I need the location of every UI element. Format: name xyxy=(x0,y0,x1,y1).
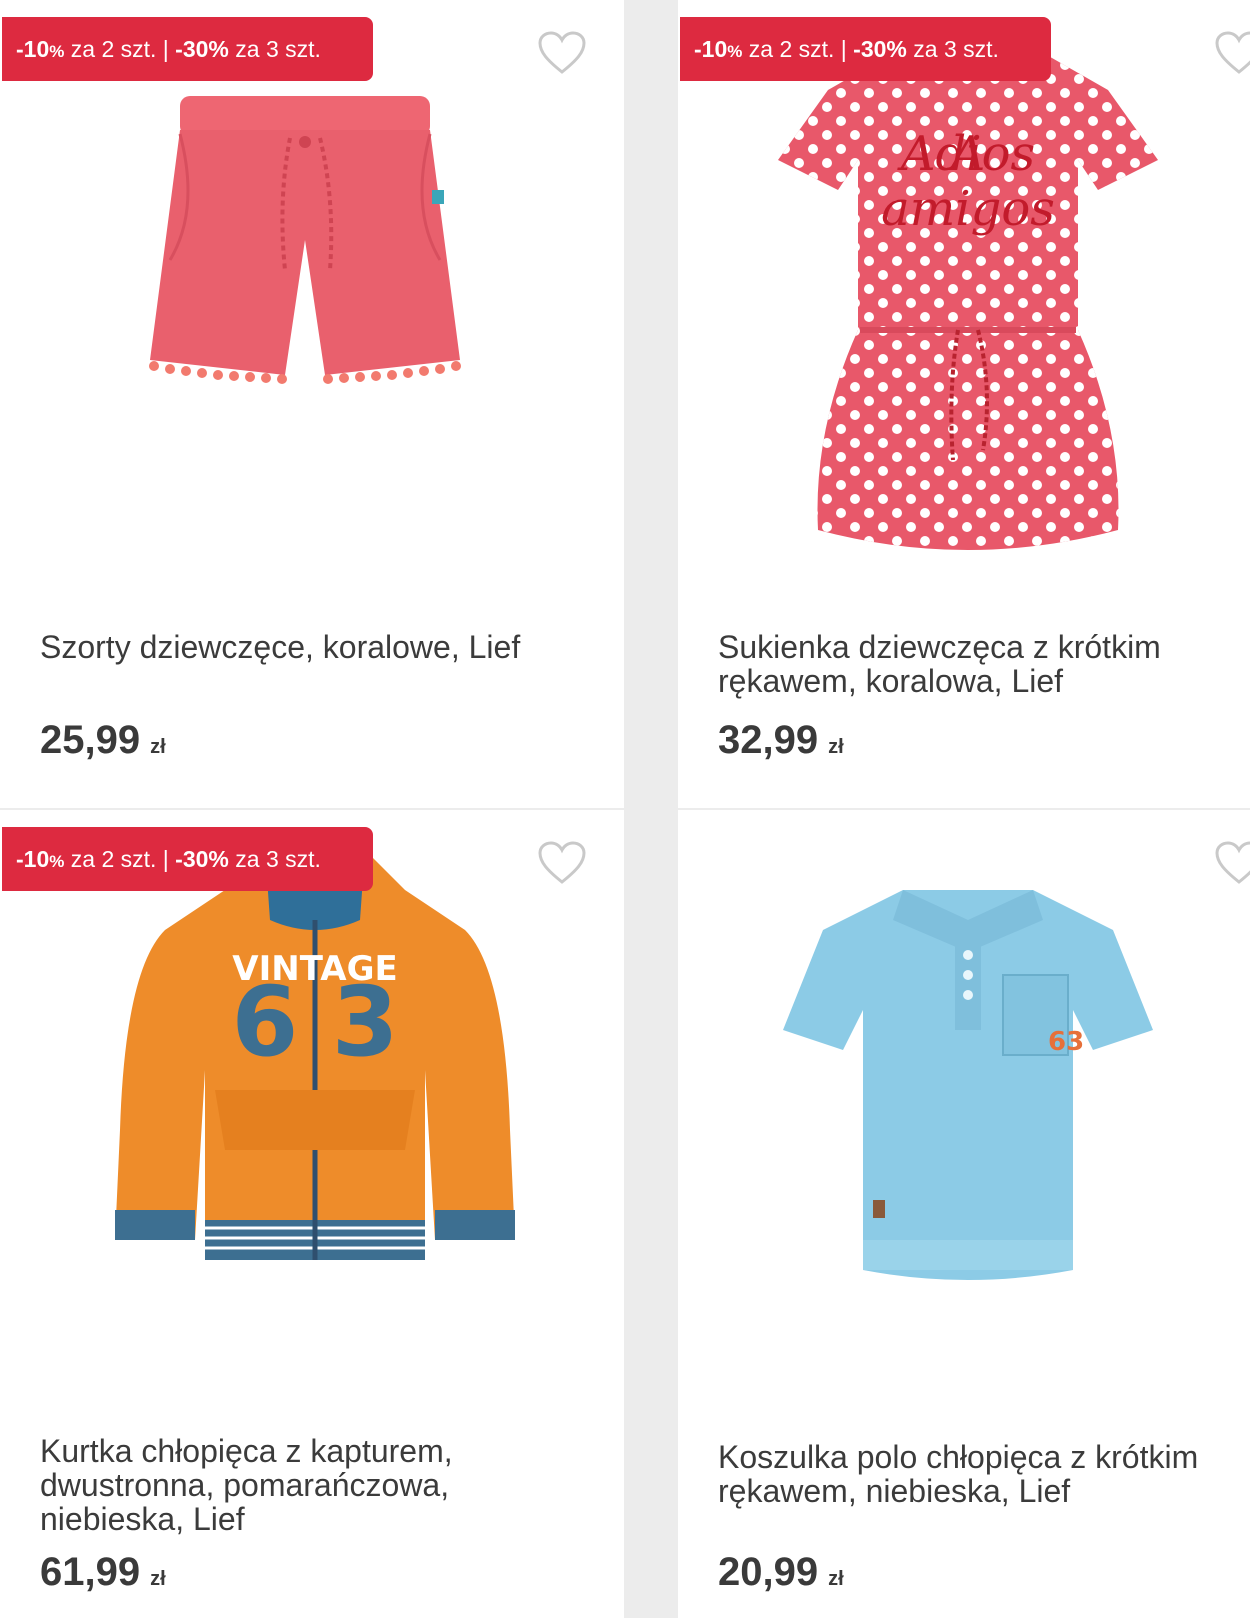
blue-polo-image[interactable]: 63 xyxy=(783,870,1153,1290)
heart-icon[interactable] xyxy=(1214,30,1250,76)
product-price: 25,99 zł xyxy=(40,718,166,762)
product-card[interactable]: A Adios amigos -10% za 2 szt. | -30% za … xyxy=(678,0,1250,808)
polo-print-text: 63 xyxy=(1048,1027,1084,1057)
product-price: 20,99 zł xyxy=(718,1550,844,1594)
heart-icon[interactable] xyxy=(1214,840,1250,886)
product-title[interactable]: Koszulka polo chłopięca z krótkim rękawe… xyxy=(718,1440,1243,1508)
product-title[interactable]: Sukienka dziewczęca z krótkim rękawem, k… xyxy=(718,630,1243,698)
polka-dot-dress-image[interactable]: A Adios amigos xyxy=(778,30,1158,560)
heart-icon[interactable] xyxy=(537,840,587,886)
product-card[interactable]: VINTAGE 6 3 -10% za 2 szt. | -30% za 3 s… xyxy=(0,810,624,1618)
coral-shorts-image[interactable] xyxy=(140,90,470,400)
promo-badge: -10% za 2 szt. | -30% za 3 szt. xyxy=(2,17,373,81)
product-grid: -10% za 2 szt. | -30% za 3 szt. Szorty d… xyxy=(0,0,1250,1618)
heart-icon[interactable] xyxy=(537,30,587,76)
svg-text:6 3: 6 3 xyxy=(231,966,398,1078)
product-title[interactable]: Kurtka chłopięca z kapturem, dwustronna,… xyxy=(40,1434,580,1536)
product-card[interactable]: -10% za 2 szt. | -30% za 3 szt. Szorty d… xyxy=(0,0,624,808)
promo-badge: -10% za 2 szt. | -30% za 3 szt. xyxy=(2,827,373,891)
product-price: 32,99 zł xyxy=(718,718,844,762)
product-price: 61,99 zł xyxy=(40,1550,166,1594)
product-title[interactable]: Szorty dziewczęce, koralowe, Lief xyxy=(40,630,580,664)
svg-text:amigos: amigos xyxy=(881,181,1055,237)
promo-badge: -10% za 2 szt. | -30% za 3 szt. xyxy=(680,17,1051,81)
svg-text:Adios: Adios xyxy=(897,126,1035,182)
product-card[interactable]: 63 Koszulka polo chłopięca z krótkim ręk… xyxy=(678,810,1250,1618)
